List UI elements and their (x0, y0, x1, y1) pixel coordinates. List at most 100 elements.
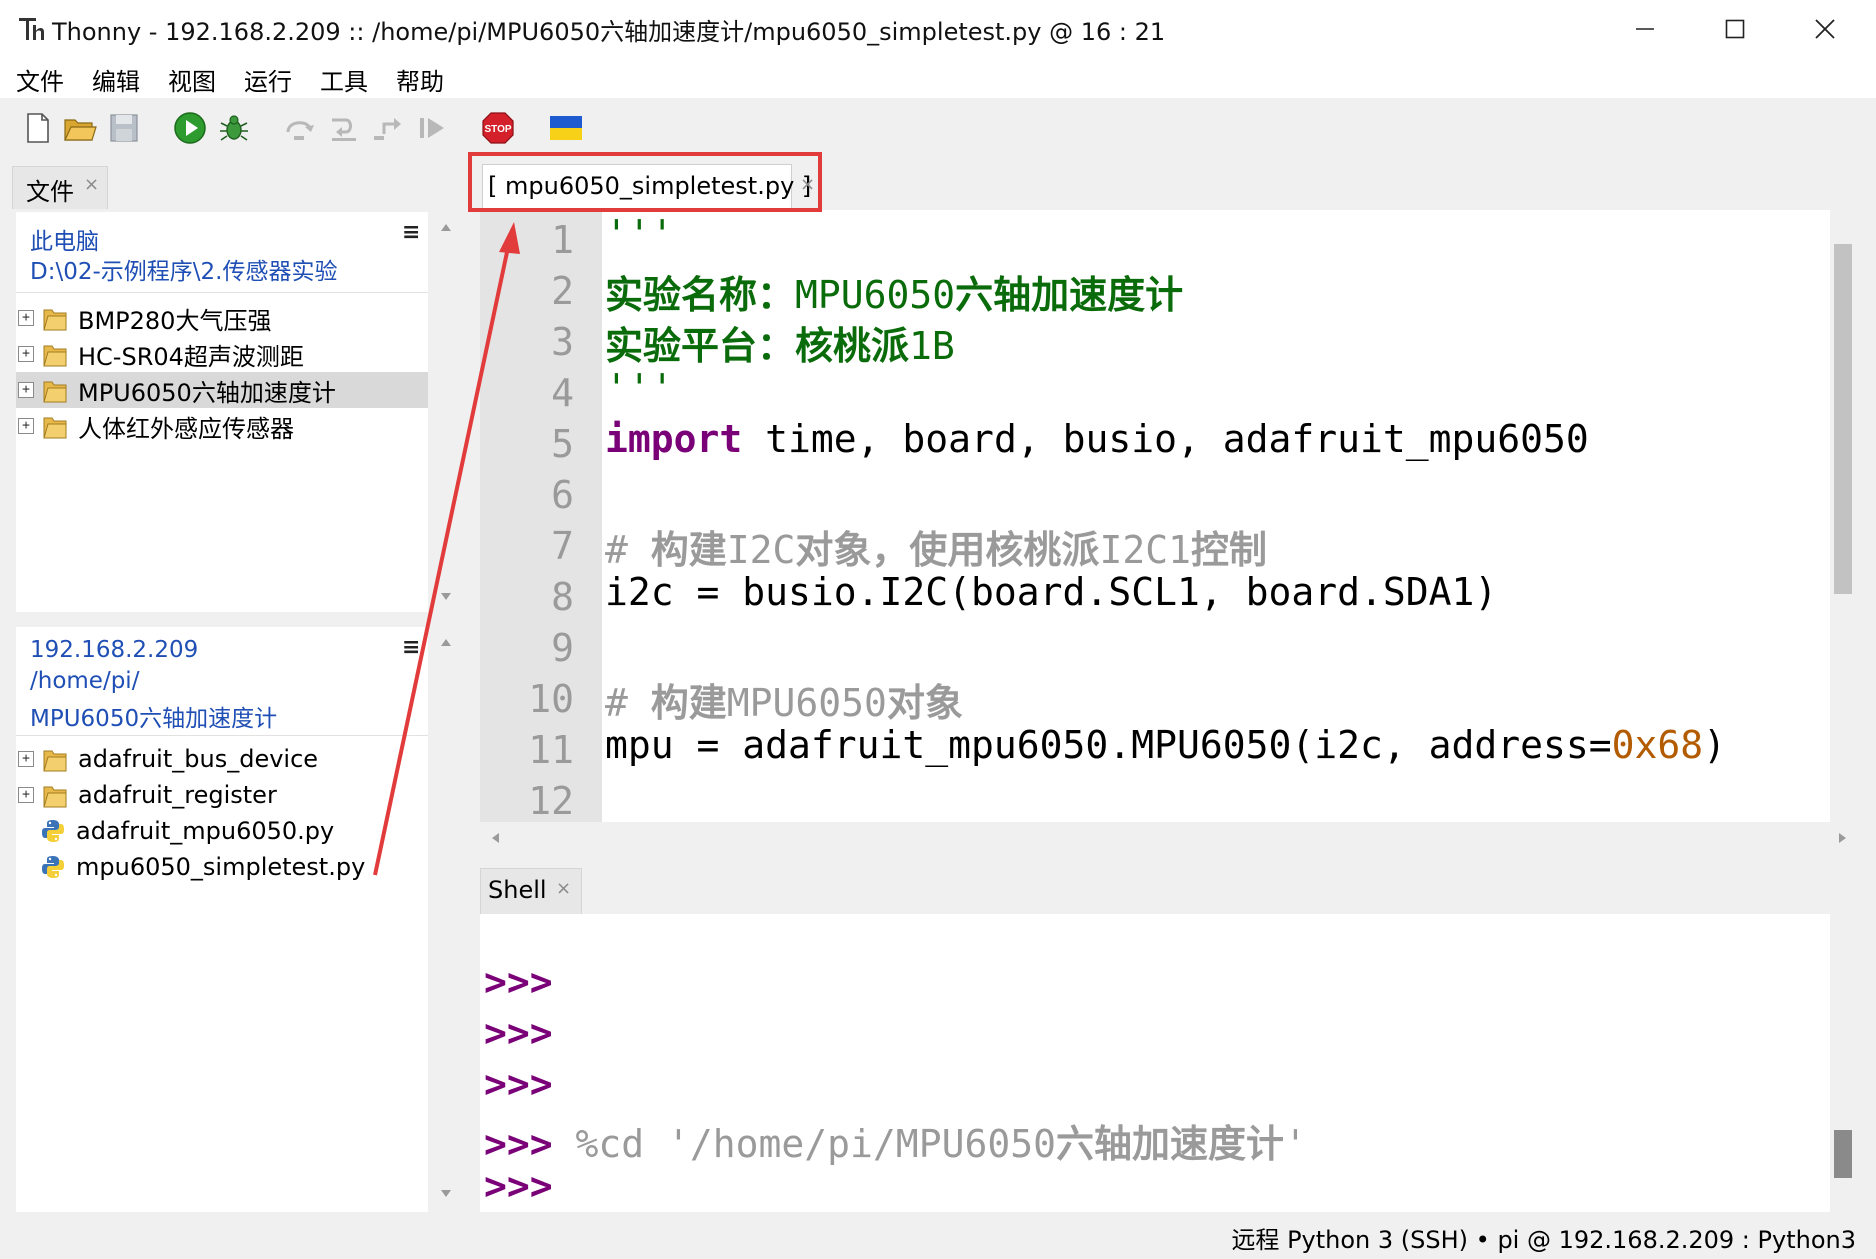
remote-pane-scrollbar[interactable] (430, 627, 462, 1212)
resume-icon (420, 118, 444, 138)
tree-folder-row[interactable]: + 人体红外感应传感器 (16, 408, 428, 444)
run-button[interactable] (172, 110, 208, 146)
menu-file[interactable]: 文件 (16, 62, 64, 97)
expand-icon[interactable]: + (18, 418, 34, 434)
shell-prompt: >>> (484, 1011, 553, 1055)
local-pane-menu-icon[interactable]: ≡ (402, 220, 420, 245)
step-out-icon (374, 118, 401, 140)
folder-name: HC-SR04超声波测距 (78, 342, 304, 371)
step-into-icon (332, 118, 356, 141)
new-file-icon (27, 113, 49, 143)
python-file-icon (42, 820, 64, 842)
tree-folder-row[interactable]: + adafruit_bus_device (16, 741, 428, 777)
expand-icon[interactable]: + (18, 787, 34, 803)
shell-tab-close-icon[interactable]: × (556, 878, 571, 899)
line-number: 8 (551, 575, 574, 619)
shell-prompt: >>> (484, 1062, 553, 1106)
expand-icon[interactable]: + (18, 310, 34, 326)
remote-path-link[interactable]: /home/pi/ (30, 668, 139, 694)
code-line-8: i2c = busio.I2C(board.SCL1, board.SDA1) (605, 570, 1498, 614)
line-number: 4 (551, 371, 574, 415)
code-line-5: import time, board, busio, adafruit_mpu6… (605, 417, 1589, 461)
tree-folder-row[interactable]: + HC-SR04超声波测距 (16, 336, 428, 372)
interpreter-status[interactable]: 远程 Python 3 (SSH) • pi @ 192.168.2.209 :… (1231, 1220, 1856, 1255)
tree-file-row[interactable]: mpu6050_simpletest.py (16, 849, 428, 885)
shell-scroll-thumb[interactable] (1834, 1130, 1852, 1178)
step-out-button[interactable] (370, 110, 406, 146)
tree-folder-row[interactable]: + adafruit_register (16, 777, 428, 813)
debug-icon (220, 115, 248, 141)
divider (16, 292, 428, 293)
remote-host-link[interactable]: 192.168.2.209 (30, 637, 198, 663)
new-file-button[interactable] (20, 110, 56, 146)
code-line-10: # 构建MPU6050对象 (605, 681, 963, 725)
menu-run[interactable]: 运行 (244, 62, 292, 97)
file-name: adafruit_mpu6050.py (76, 817, 335, 845)
remote-pane-menu-icon[interactable]: ≡ (402, 635, 420, 660)
ukraine-support-button[interactable] (548, 110, 584, 146)
menu-edit[interactable]: 编辑 (92, 62, 140, 97)
save-button[interactable] (106, 110, 142, 146)
code-line-7: # 构建I2C对象，使用核桃派I2C1控制 (605, 528, 1267, 572)
folder-icon (43, 309, 67, 331)
remote-folder-link[interactable]: MPU6050六轴加速度计 (30, 699, 277, 733)
step-into-button[interactable] (326, 110, 362, 146)
maximize-icon (1725, 19, 1745, 39)
expand-icon[interactable]: + (18, 346, 34, 362)
scroll-down-arrow-icon[interactable] (440, 1189, 452, 1199)
step-over-button[interactable] (282, 110, 318, 146)
local-path-root-link[interactable]: 此电脑 (30, 222, 99, 256)
line-number: 5 (551, 422, 574, 466)
debug-button[interactable] (216, 110, 252, 146)
resume-button[interactable] (414, 110, 450, 146)
scroll-left-arrow-icon[interactable] (490, 832, 500, 844)
save-icon (110, 114, 138, 142)
scroll-right-arrow-icon[interactable] (1838, 832, 1848, 844)
stop-icon: STOP (482, 112, 514, 144)
line-number: 11 (528, 728, 574, 772)
line-number: 1 (551, 218, 574, 262)
close-window-button[interactable] (1780, 0, 1870, 58)
remote-tree: + adafruit_bus_device + adafruit_registe… (16, 741, 428, 885)
stop-button[interactable]: STOP (480, 110, 516, 146)
expand-icon[interactable]: + (18, 382, 34, 398)
code-line-3: 实验平台：核桃派1B (605, 324, 955, 368)
menu-help[interactable]: 帮助 (396, 62, 444, 97)
line-number: 3 (551, 320, 574, 364)
folder-name: 人体红外感应传感器 (78, 414, 294, 443)
folder-name: BMP280大气压强 (78, 306, 272, 335)
svg-text:STOP: STOP (484, 124, 511, 135)
scroll-up-arrow-icon[interactable] (440, 637, 452, 647)
folder-name: adafruit_register (78, 781, 277, 809)
folder-icon (43, 417, 67, 439)
tree-file-row[interactable]: adafruit_mpu6050.py (16, 813, 428, 849)
step-over-icon (286, 121, 314, 140)
local-pane-scrollbar[interactable] (430, 212, 462, 612)
run-icon (174, 112, 206, 144)
code-line-2: 实验名称：MPU6050六轴加速度计 (605, 273, 1184, 317)
open-file-button[interactable] (62, 110, 98, 146)
annotation-highlight-box (468, 152, 822, 212)
tree-folder-row[interactable]: + BMP280大气压强 (16, 300, 428, 336)
folder-icon (43, 750, 67, 772)
minimize-button[interactable] (1600, 0, 1690, 58)
menu-view[interactable]: 视图 (168, 62, 216, 97)
line-number: 10 (528, 677, 574, 721)
open-file-icon (64, 119, 97, 141)
remote-files-pane: 192.168.2.209 /home/pi/ MPU6050六轴加速度计 ≡ … (16, 627, 428, 1212)
window-title: Thonny - 192.168.2.209 :: /home/pi/MPU60… (52, 18, 1166, 46)
editor-horizontal-scrollbar[interactable] (480, 822, 1862, 854)
expand-icon[interactable]: + (18, 751, 34, 767)
scroll-down-arrow-icon[interactable] (440, 592, 452, 602)
tree-folder-row-selected[interactable]: + MPU6050六轴加速度计 (16, 372, 428, 408)
editor-scroll-thumb[interactable] (1834, 244, 1852, 594)
scroll-up-arrow-icon[interactable] (440, 222, 452, 232)
file-name: mpu6050_simpletest.py (76, 853, 366, 881)
files-tab-close-icon[interactable]: × (84, 174, 99, 195)
ukraine-flag-icon (550, 116, 582, 140)
local-path-link[interactable]: D:\02-示例程序\2.传感器实验 (30, 252, 337, 286)
maximize-button[interactable] (1690, 0, 1780, 58)
thonny-app-icon (16, 13, 46, 43)
menu-tools[interactable]: 工具 (320, 62, 368, 97)
code-line-4: ''' (605, 366, 674, 410)
